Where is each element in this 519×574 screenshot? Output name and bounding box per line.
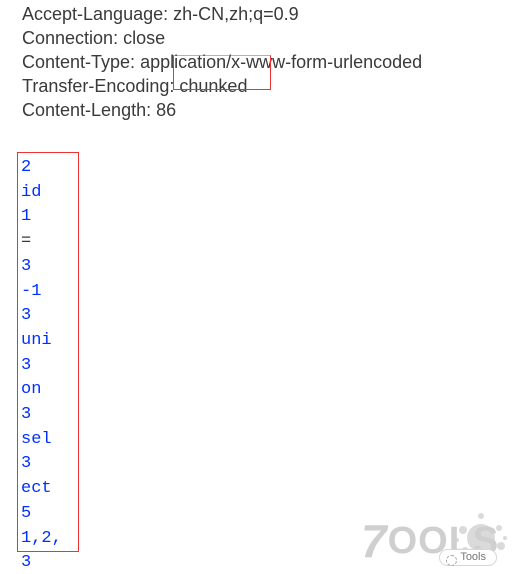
http-header-line: Transfer-Encoding: chunked: [22, 74, 519, 98]
http-body-block: 2id1=3-13uni3on3sel3ect5 1,2,3: [19, 154, 77, 574]
body-line: uni: [21, 329, 75, 354]
body-line: 3: [21, 304, 75, 329]
body-line: 1: [21, 205, 75, 230]
body-line: on: [21, 378, 75, 403]
body-line: 3: [21, 551, 75, 574]
chunked-lines: 2id1=3-13uni3on3sel3ect5 1,2,3: [19, 154, 77, 574]
body-line: 2: [21, 156, 75, 181]
http-header-line: Content-Type: application/x-www-form-url…: [22, 50, 519, 74]
http-header-line: Content-Length: 86: [22, 98, 519, 122]
body-line: 3: [21, 354, 75, 379]
body-line: 3: [21, 255, 75, 280]
body-line: 5: [21, 502, 75, 527]
body-line: 3: [21, 403, 75, 428]
body-line: sel: [21, 428, 75, 453]
http-header-line: Accept-Language: zh-CN,zh;q=0.9: [22, 2, 519, 26]
http-headers-block: Accept-Language: zh-CN,zh;q=0.9Connectio…: [0, 0, 519, 122]
body-line: ect: [21, 477, 75, 502]
body-line: 3: [21, 452, 75, 477]
http-header-line: Connection: close: [22, 26, 519, 50]
body-line: -1: [21, 280, 75, 305]
body-line: 1,2,: [21, 527, 75, 552]
body-line: =: [21, 230, 75, 255]
body-line: id: [21, 181, 75, 206]
watermark-badge: Tools: [439, 549, 497, 566]
